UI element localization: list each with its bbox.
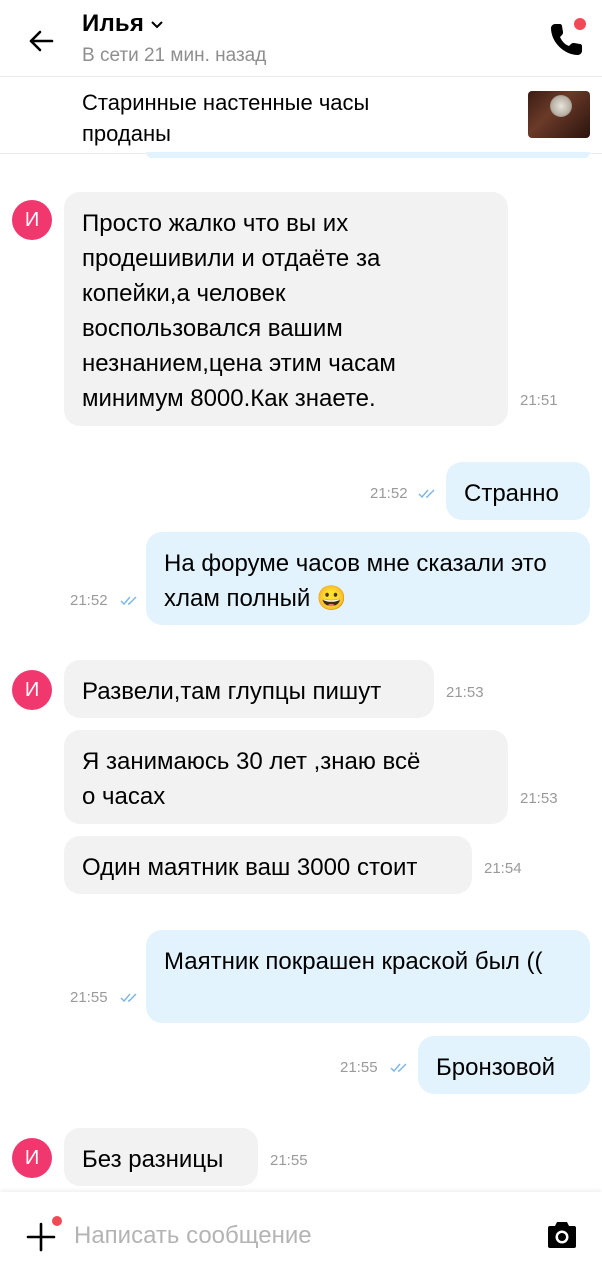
message-time: 21:54 — [484, 860, 522, 877]
avatar[interactable]: И — [12, 200, 52, 240]
message-outgoing[interactable]: Маятник покрашен краской был (( — [146, 930, 590, 1023]
contact-status: В сети 21 мин. назад — [82, 45, 267, 66]
item-bar[interactable]: Старинные настенные часы проданы — [0, 76, 602, 154]
avatar[interactable]: И — [12, 670, 52, 710]
message-time: 21:52 — [70, 592, 108, 609]
attachment-notification-dot — [52, 1216, 62, 1226]
chevron-down-icon — [151, 21, 163, 29]
message-time: 21:53 — [446, 684, 484, 701]
item-thumbnail[interactable] — [528, 91, 590, 138]
message-text: Просто жалко что вы их продешивили и отд… — [82, 210, 396, 412]
message-text: Маятник покрашен краской был (( — [164, 948, 543, 975]
back-arrow-icon — [29, 30, 54, 52]
message-incoming[interactable]: Без разницы — [64, 1128, 258, 1186]
message-outgoing[interactable]: Бронзовой — [418, 1036, 590, 1094]
avatar[interactable]: И — [12, 1138, 52, 1178]
message-incoming[interactable]: Я занимаюсь 30 лет ,знаю всё о часах — [64, 730, 508, 824]
plus-icon[interactable] — [26, 1222, 56, 1252]
message-time: 21:55 — [340, 1059, 378, 1076]
message-outgoing[interactable]: На форуме часов мне сказали это хлам пол… — [146, 532, 590, 625]
double-check-icon — [120, 596, 137, 606]
double-check-icon — [390, 1063, 407, 1073]
composer-bar — [0, 1192, 602, 1280]
double-check-icon — [120, 993, 137, 1003]
chat-header: Илья В сети 21 мин. назад — [0, 0, 602, 76]
previous-bubble-edge — [146, 152, 590, 158]
message-incoming[interactable]: Просто жалко что вы их продешивили и отд… — [64, 192, 508, 426]
contact-name: Илья — [82, 10, 145, 37]
double-check-icon — [418, 489, 435, 499]
message-text: Развели,там глупцы пишут — [82, 678, 382, 705]
message-time: 21:52 — [370, 485, 408, 502]
message-list[interactable]: И Просто жалко что вы их продешивили и о… — [0, 152, 602, 1192]
message-time: 21:55 — [270, 1152, 308, 1169]
message-incoming[interactable]: Один маятник ваш 3000 стоит — [64, 836, 472, 894]
clock-face-image — [550, 95, 572, 117]
item-title: Старинные настенные часы проданы — [82, 90, 370, 146]
message-text: Один маятник ваш 3000 стоит — [82, 854, 418, 881]
message-time: 21:55 — [70, 989, 108, 1006]
message-incoming[interactable]: Развели,там глупцы пишут — [64, 660, 434, 718]
message-text: Без разницы — [82, 1146, 224, 1173]
back-button[interactable] — [24, 24, 58, 58]
contact-name-button[interactable]: Илья — [82, 10, 164, 38]
camera-icon[interactable] — [546, 1220, 578, 1250]
message-time: 21:51 — [520, 392, 558, 409]
message-text: Бронзовой — [436, 1054, 556, 1081]
message-text: Странно — [464, 480, 559, 507]
message-time: 21:53 — [520, 790, 558, 807]
message-text: Я занимаюсь 30 лет ,знаю всё о часах — [82, 748, 421, 810]
message-text: На форуме часов мне сказали это хлам пол… — [164, 550, 547, 612]
message-outgoing[interactable]: Странно — [446, 462, 590, 520]
message-input[interactable] — [74, 1216, 494, 1256]
call-notification-dot — [574, 18, 586, 30]
